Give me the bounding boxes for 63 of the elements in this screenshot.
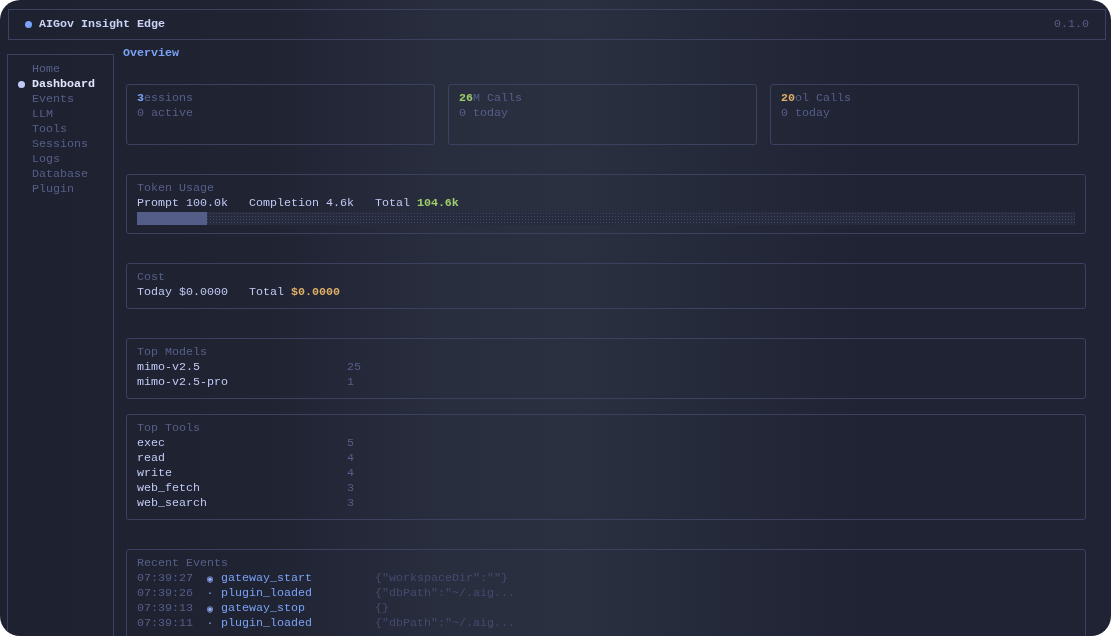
event-dot-icon: ◉ [207, 601, 221, 616]
stat-label: essions [144, 91, 193, 106]
summary-label: Total [248, 285, 284, 300]
summary-label: Completion [248, 196, 319, 211]
tool-count: 3 [347, 481, 354, 496]
sidebar-item[interactable]: LLM [8, 106, 113, 122]
app-title: AIGov Insight Edge [39, 17, 165, 32]
sidebar-item[interactable]: Dashboard [8, 76, 113, 92]
sidebar-item[interactable]: Tools [8, 121, 113, 137]
model-name: mimo-v2.5 [137, 360, 201, 375]
tool-name: web_fetch [137, 481, 201, 496]
sidebar-item[interactable]: Plugin [8, 181, 113, 197]
model-count: 25 [347, 360, 361, 375]
event-time: 07:39:26 [137, 586, 194, 601]
summary-label: Prompt [137, 196, 179, 211]
event-dot-icon: ◉ [207, 571, 221, 586]
sidebar-item[interactable]: Database [8, 166, 113, 182]
stat-value: 3 [137, 91, 144, 106]
summary-value: 104.6k [416, 196, 459, 211]
sidebar-item[interactable]: Events [8, 91, 113, 107]
stat-label: ol Calls [795, 91, 851, 106]
event-name: plugin_loaded [221, 616, 313, 631]
tool-count: 5 [347, 436, 354, 451]
summary-value: $0.0000 [290, 285, 340, 300]
model-name: mimo-v2.5-pro [137, 375, 229, 390]
event-name: gateway_start [221, 571, 313, 586]
stat-subtext: 0 active [137, 106, 194, 121]
summary-value: 4.6k [325, 196, 354, 211]
stat-subtext: 0 today [781, 106, 831, 121]
tool-count: 4 [347, 451, 354, 466]
sidebar-item[interactable]: Sessions [8, 136, 113, 152]
sidebar-item[interactable]: Home [8, 61, 113, 77]
tool-count: 4 [347, 466, 354, 481]
panel-title: Top Tools [137, 421, 201, 436]
stat-value: 20 [781, 91, 795, 106]
panel-title: Top Models [137, 345, 208, 360]
summary-label: Today [137, 285, 172, 300]
event-time: 07:39:27 [137, 571, 194, 586]
event-name: gateway_stop [221, 601, 306, 616]
panel-title: Token Usage [137, 181, 215, 196]
panel-title: Cost [137, 270, 166, 285]
panel-title: Recent Events [137, 556, 229, 571]
sidebar-item[interactable]: Logs [8, 151, 113, 167]
tool-name: write [137, 466, 173, 481]
stat-label: M Calls [473, 91, 522, 106]
event-time: 07:39:13 [137, 601, 194, 616]
event-time: 07:39:11 [137, 616, 194, 631]
summary-value: 100.0k [186, 196, 228, 211]
stat-value: 26 [459, 91, 473, 106]
event-payload: {} [375, 601, 389, 616]
version-label: 0.1.0 [1054, 17, 1089, 32]
event-dot-icon: · [207, 586, 221, 601]
event-name: plugin_loaded [221, 586, 313, 601]
stat-subtext: 0 today [459, 106, 509, 121]
page-title: Overview [123, 46, 180, 61]
model-count: 1 [347, 375, 354, 390]
tool-count: 3 [347, 496, 354, 511]
tool-name: web_search [137, 496, 208, 511]
event-dot-icon: · [207, 616, 221, 631]
summary-value: $0.0000 [179, 285, 228, 300]
summary-label: Total [374, 196, 410, 211]
tool-name: read [137, 451, 166, 466]
tool-name: exec [137, 436, 166, 451]
